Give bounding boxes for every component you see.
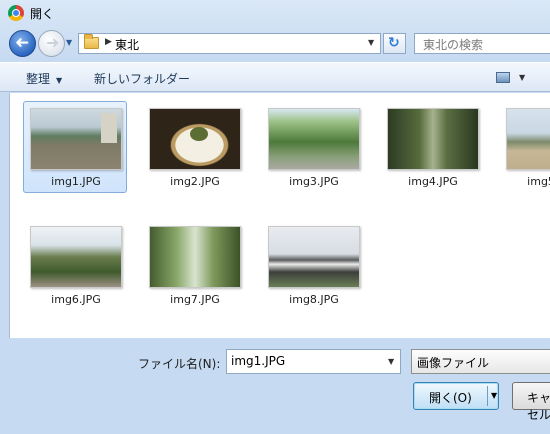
file-name: img4.JPG xyxy=(408,175,458,188)
image-thumbnail xyxy=(149,108,241,170)
filename-label: ファイル名(N): xyxy=(138,357,221,371)
file-name: img7.JPG xyxy=(170,293,220,306)
open-file-dialog: 開く ➜ ➜ ▼ ▶ 東北 ▼ ↻ 東北の検索 整理 ▼ 新しいフォルダー ▼ i… xyxy=(0,0,550,434)
history-dropdown-icon[interactable]: ▼ xyxy=(66,38,76,48)
folder-icon xyxy=(84,34,99,49)
open-split-divider xyxy=(487,386,488,406)
view-options-icon[interactable] xyxy=(496,72,510,83)
refresh-icon: ↻ xyxy=(388,35,400,51)
file-name: img8.JPG xyxy=(289,293,339,306)
new-folder-button[interactable]: 新しいフォルダー xyxy=(94,70,190,87)
back-arrow-icon: ➜ xyxy=(15,33,30,53)
file-item[interactable]: img5.JPG xyxy=(499,101,550,193)
file-list[interactable]: img1.JPG img2.JPG img3.JPG img4.JPG img5… xyxy=(9,93,550,338)
refresh-button[interactable]: ↻ xyxy=(383,33,406,54)
filename-dropdown-icon[interactable]: ▼ xyxy=(388,357,394,366)
back-button[interactable]: ➜ xyxy=(9,30,36,57)
address-bar[interactable]: ▶ 東北 ▼ xyxy=(78,33,381,54)
organize-button[interactable]: 整理 ▼ xyxy=(26,70,62,87)
forward-button[interactable]: ➜ xyxy=(38,30,65,57)
open-button[interactable]: 開く(O) ▼ xyxy=(413,382,499,410)
cancel-label: キャンセル xyxy=(527,391,550,422)
file-name: img2.JPG xyxy=(170,175,220,188)
image-thumbnail xyxy=(268,226,360,288)
filetype-select[interactable]: 画像ファイル xyxy=(411,349,550,374)
file-item[interactable]: img8.JPG xyxy=(261,219,365,311)
file-name: img3.JPG xyxy=(289,175,339,188)
command-bar: 整理 ▼ 新しいフォルダー ▼ xyxy=(0,62,550,92)
title-bar: 開く xyxy=(0,0,550,26)
file-name: img6.JPG xyxy=(51,293,101,306)
search-input[interactable]: 東北の検索 xyxy=(414,33,550,54)
open-label: 開く(O) xyxy=(429,391,472,405)
view-dropdown-icon[interactable]: ▼ xyxy=(519,73,525,82)
file-name: img1.JPG xyxy=(51,175,101,188)
breadcrumb-current-folder[interactable]: 東北 xyxy=(115,36,139,53)
filetype-value: 画像ファイル xyxy=(417,356,490,370)
organize-label: 整理 xyxy=(26,72,51,86)
forward-arrow-icon: ➜ xyxy=(46,33,60,52)
image-thumbnail xyxy=(268,108,360,170)
breadcrumb-separator-icon[interactable]: ▶ xyxy=(105,37,112,47)
image-thumbnail xyxy=(387,108,479,170)
open-dropdown-icon[interactable]: ▼ xyxy=(491,391,497,400)
file-item[interactable]: img4.JPG xyxy=(380,101,484,193)
file-item[interactable]: img7.JPG xyxy=(142,219,246,311)
file-name: img5.JPG xyxy=(527,175,550,188)
image-thumbnail xyxy=(149,226,241,288)
chevron-down-icon: ▼ xyxy=(56,76,63,85)
file-item[interactable]: img2.JPG xyxy=(142,101,246,193)
image-thumbnail xyxy=(506,108,550,170)
file-item[interactable]: img6.JPG xyxy=(23,219,127,311)
chrome-icon xyxy=(8,5,24,21)
file-item[interactable]: img3.JPG xyxy=(261,101,365,193)
file-item[interactable]: img1.JPG xyxy=(23,101,127,193)
cancel-button[interactable]: キャンセル xyxy=(512,382,550,422)
address-dropdown-icon[interactable]: ▼ xyxy=(368,38,374,47)
image-thumbnail xyxy=(30,108,122,170)
search-placeholder: 東北の検索 xyxy=(423,38,484,52)
filename-value: img1.JPG xyxy=(231,354,286,368)
window-title: 開く xyxy=(30,7,55,21)
filename-field[interactable]: img1.JPG ▼ xyxy=(226,349,401,374)
image-thumbnail xyxy=(30,226,122,288)
